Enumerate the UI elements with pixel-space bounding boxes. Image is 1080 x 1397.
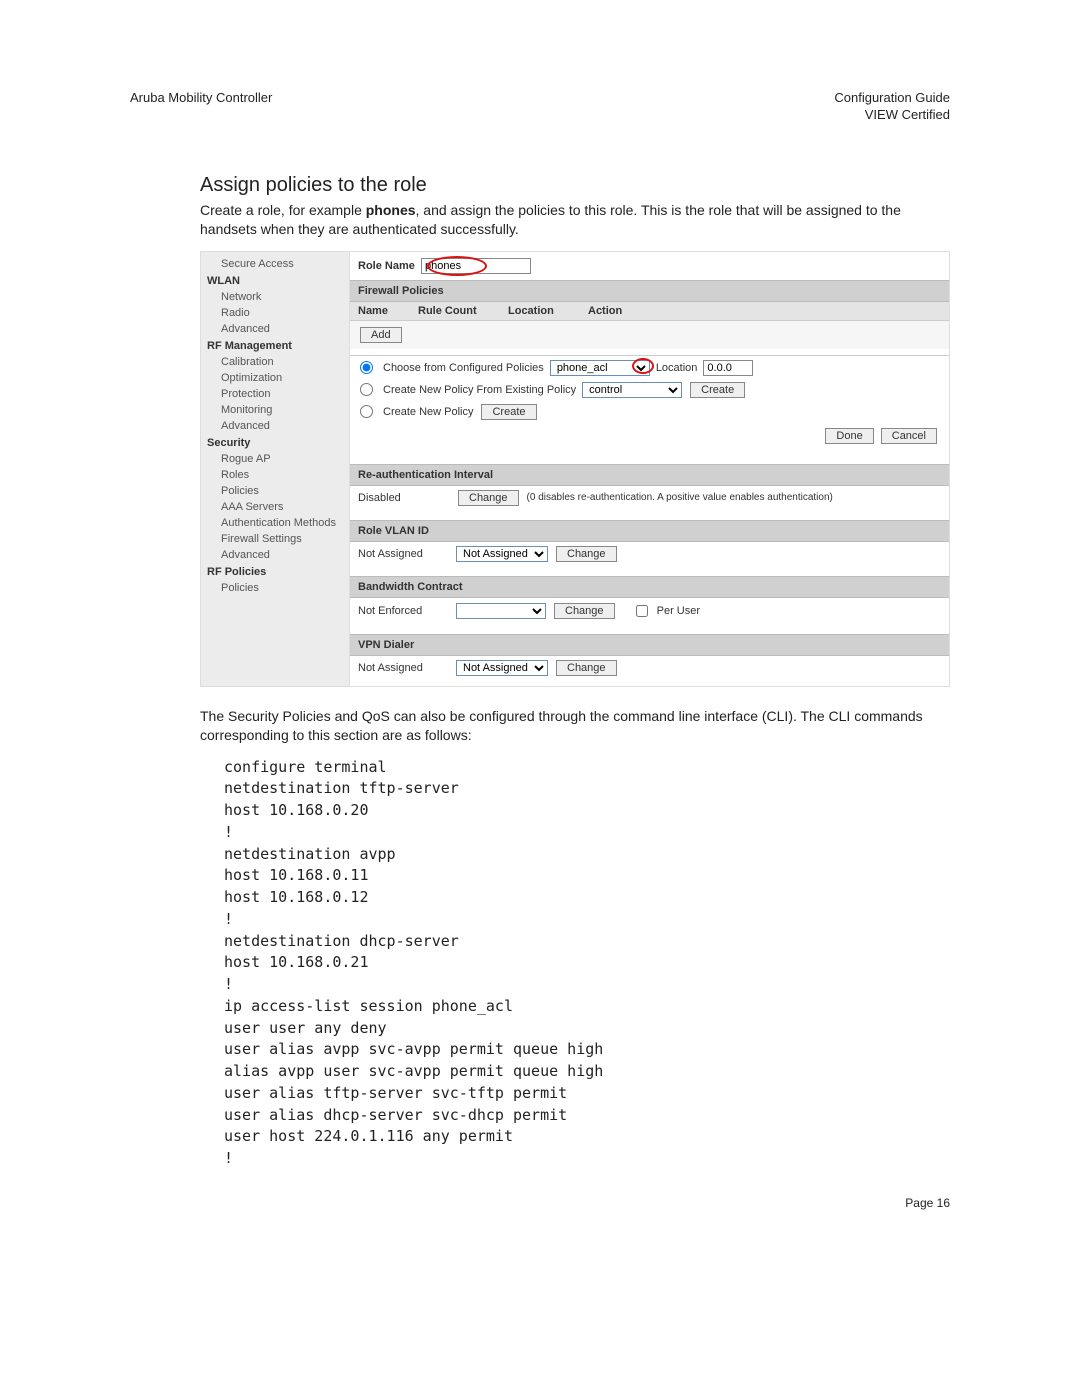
sidebar-item-advanced[interactable]: Advanced (207, 547, 349, 563)
bw-change-button[interactable]: Change (554, 603, 615, 619)
vlan-change-button[interactable]: Change (556, 546, 617, 562)
sidebar-item-wlan[interactable]: WLAN (207, 272, 349, 289)
sidebar-item-network[interactable]: Network (207, 289, 349, 305)
done-button[interactable]: Done (825, 428, 873, 444)
sidebar-item-rogue-ap[interactable]: Rogue AP (207, 451, 349, 467)
firewall-header: Firewall Policies (350, 280, 949, 302)
header-right-2: VIEW Certified (834, 107, 950, 122)
page-number: Page 16 (905, 1196, 950, 1210)
vpn-row: Not Assigned Not Assigned Change (350, 656, 949, 686)
policy-option-2[interactable]: Create New Policy From Existing Policy c… (350, 378, 949, 400)
vpn-change-button[interactable]: Change (556, 660, 617, 676)
role-name-input[interactable] (421, 258, 531, 274)
sidebar-item-rf-management[interactable]: RF Management (207, 337, 349, 354)
bw-peruser-checkbox[interactable] (636, 605, 648, 617)
role-name-row: Role Name (350, 252, 949, 280)
cancel-button[interactable]: Cancel (881, 428, 937, 444)
radio-existing[interactable] (360, 383, 373, 396)
radio-new[interactable] (360, 405, 373, 418)
sidebar-item-advanced[interactable]: Advanced (207, 321, 349, 337)
section-title: Assign policies to the role (200, 174, 950, 197)
sidebar-item-aaa-servers[interactable]: AAA Servers (207, 499, 349, 515)
policy-option-1[interactable]: Choose from Configured Policies phone_ac… (350, 356, 949, 378)
vlan-status: Not Assigned (358, 548, 450, 560)
cli-block: configure terminal netdestination tftp-s… (224, 757, 950, 1170)
sidebar-item-optimization[interactable]: Optimization (207, 370, 349, 386)
opt2-label: Create New Policy From Existing Policy (383, 384, 576, 396)
sidebar-item-roles[interactable]: Roles (207, 467, 349, 483)
radio-configured[interactable] (360, 361, 373, 374)
col-name: Name (350, 302, 410, 320)
opt2-select[interactable]: control (582, 382, 682, 398)
opt1-loc-input[interactable] (703, 360, 753, 376)
sidebar-item-advanced[interactable]: Advanced (207, 418, 349, 434)
sidebar-item-policies[interactable]: Policies (207, 483, 349, 499)
sidebar-item-rf-policies[interactable]: RF Policies (207, 563, 349, 580)
add-button[interactable]: Add (360, 327, 402, 343)
header-left: Aruba Mobility Controller (130, 90, 272, 124)
reauth-header: Re-authentication Interval (350, 464, 949, 486)
reauth-row: Disabled Change (0 disables re-authentic… (350, 486, 949, 510)
opt2-create-button[interactable]: Create (690, 382, 745, 398)
bw-peruser-label: Per User (657, 605, 700, 617)
col-location: Location (500, 302, 580, 320)
vpn-header: VPN Dialer (350, 634, 949, 656)
sidebar-item-radio[interactable]: Radio (207, 305, 349, 321)
sidebar-item-policies[interactable]: Policies (207, 580, 349, 596)
vpn-status: Not Assigned (358, 662, 450, 674)
intro-bold: phones (366, 202, 416, 218)
vlan-header: Role VLAN ID (350, 520, 949, 542)
bw-select[interactable] (456, 603, 546, 619)
sidebar-item-secure-access[interactable]: Secure Access (207, 256, 349, 272)
sidebar-item-monitoring[interactable]: Monitoring (207, 402, 349, 418)
role-name-label: Role Name (358, 260, 415, 272)
bw-row: Not Enforced Change Per User (350, 598, 949, 624)
col-action: Action (580, 302, 949, 320)
policy-option-3[interactable]: Create New Policy Create (350, 400, 949, 422)
header-right-1: Configuration Guide (834, 90, 950, 105)
sidebar-item-protection[interactable]: Protection (207, 386, 349, 402)
intro-pre: Create a role, for example (200, 202, 366, 218)
opt3-create-button[interactable]: Create (481, 404, 536, 420)
done-cancel-row: Done Cancel (350, 422, 949, 450)
firewall-table-head: Name Rule Count Location Action (350, 302, 949, 321)
opt1-label: Choose from Configured Policies (383, 362, 544, 374)
vlan-row: Not Assigned Not Assigned Change (350, 542, 949, 566)
reauth-note: (0 disables re-authentication. A positiv… (527, 492, 833, 503)
sidebar: Secure AccessWLANNetworkRadioAdvancedRF … (201, 252, 349, 686)
bw-status: Not Enforced (358, 605, 450, 617)
ui-screenshot: Secure AccessWLANNetworkRadioAdvancedRF … (200, 251, 950, 687)
reauth-status: Disabled (358, 492, 450, 504)
opt3-label: Create New Policy (383, 406, 473, 418)
main-panel: Role Name Firewall Policies Name Rule Co… (349, 252, 949, 686)
opt1-select[interactable]: phone_acl (550, 360, 650, 376)
reauth-change-button[interactable]: Change (458, 490, 519, 506)
bw-header: Bandwidth Contract (350, 576, 949, 598)
vlan-select[interactable]: Not Assigned (456, 546, 548, 562)
cli-intro: The Security Policies and QoS can also b… (200, 707, 950, 745)
section-intro: Create a role, for example phones, and a… (200, 201, 950, 239)
sidebar-item-authentication-methods[interactable]: Authentication Methods (207, 515, 349, 531)
col-rule: Rule Count (410, 302, 500, 320)
vpn-select[interactable]: Not Assigned (456, 660, 548, 676)
sidebar-item-calibration[interactable]: Calibration (207, 354, 349, 370)
opt1-loc-label: Location (656, 362, 698, 374)
page-header: Aruba Mobility Controller Configuration … (130, 90, 950, 124)
sidebar-item-security[interactable]: Security (207, 434, 349, 451)
sidebar-item-firewall-settings[interactable]: Firewall Settings (207, 531, 349, 547)
